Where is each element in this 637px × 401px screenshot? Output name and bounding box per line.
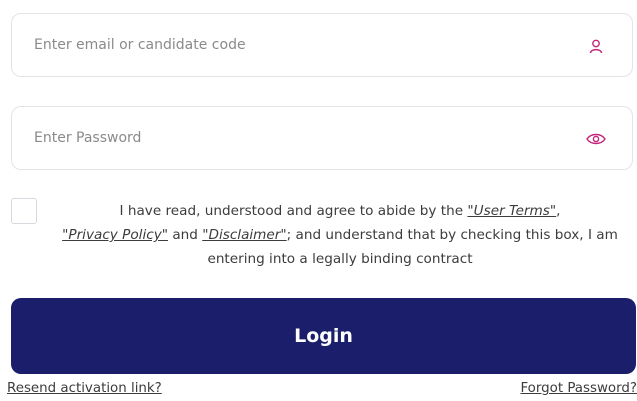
- login-form: I have read, understood and agree to abi…: [0, 0, 637, 401]
- password-input[interactable]: [34, 107, 554, 169]
- terms-text-part1: I have read, understood and agree to abi…: [119, 203, 468, 219]
- resend-activation-link[interactable]: Resend activation link?: [7, 381, 162, 396]
- terms-text: I have read, understood and agree to abi…: [44, 199, 636, 271]
- forgot-password-link[interactable]: Forgot Password?: [520, 381, 637, 396]
- login-button[interactable]: Login: [11, 298, 636, 374]
- terms-and: and: [168, 227, 203, 243]
- email-input[interactable]: [34, 14, 554, 76]
- user-icon: [586, 36, 606, 56]
- password-field-container: [11, 106, 633, 170]
- email-field-container: [11, 13, 633, 77]
- user-terms-link[interactable]: "User Terms": [467, 203, 556, 219]
- privacy-policy-link[interactable]: "Privacy Policy": [62, 227, 168, 243]
- terms-comma: ,: [556, 203, 561, 219]
- disclaimer-link[interactable]: "Disclaimer": [202, 227, 286, 243]
- terms-checkbox[interactable]: [11, 198, 37, 224]
- eye-icon[interactable]: [586, 129, 606, 149]
